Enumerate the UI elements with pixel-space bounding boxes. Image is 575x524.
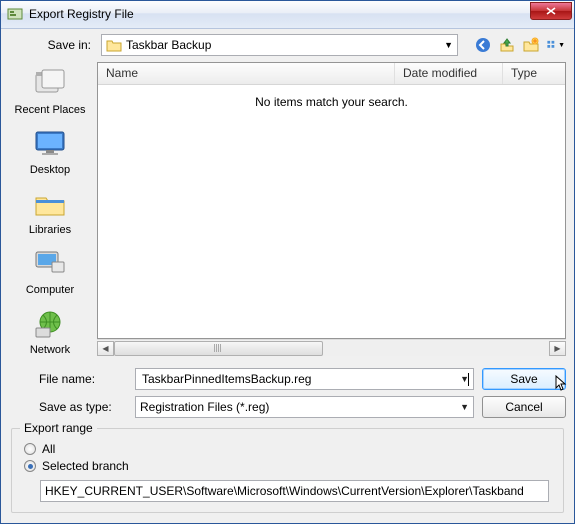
places-bar: Recent Places Desktop Libraries Computer… [9, 62, 91, 356]
radio-icon [24, 460, 36, 472]
views-menu-button[interactable]: ▼ [544, 34, 566, 56]
back-button[interactable] [472, 34, 494, 56]
network-icon [30, 306, 70, 342]
file-list[interactable]: Name Date modified Type No items match y… [97, 62, 566, 339]
column-name[interactable]: Name [98, 63, 395, 84]
file-list-wrap: Name Date modified Type No items match y… [97, 62, 566, 356]
cancel-button[interactable]: Cancel [482, 396, 566, 418]
export-registry-dialog: Export Registry File Save in: Taskbar Ba… [0, 0, 575, 524]
dialog-body: Recent Places Desktop Libraries Computer… [1, 62, 574, 362]
filename-form: File name: ▼ Save Save as type: Registra… [1, 362, 574, 426]
savetype-dropdown[interactable]: Registration Files (*.reg) ▼ [135, 396, 474, 418]
close-button[interactable] [530, 2, 572, 20]
chevron-down-icon[interactable]: ▼ [460, 374, 469, 384]
filename-input[interactable]: ▼ [135, 368, 474, 390]
places-computer[interactable]: Computer [26, 246, 74, 296]
savetype-label: Save as type: [9, 400, 127, 414]
save-in-toolbar: Save in: Taskbar Backup ▼ ▼ [1, 29, 574, 62]
savetype-value: Registration Files (*.reg) [140, 400, 269, 414]
empty-message: No items match your search. [98, 95, 565, 109]
toolbar-nav-icons: ▼ [472, 34, 566, 56]
recent-places-icon [30, 66, 70, 102]
radio-icon [24, 443, 36, 455]
places-network[interactable]: Network [30, 306, 70, 356]
radio-selected-branch[interactable]: Selected branch [24, 459, 551, 473]
filename-label: File name: [9, 372, 127, 386]
export-range-legend: Export range [20, 421, 97, 435]
branch-path-input[interactable] [40, 480, 549, 502]
chevron-down-icon[interactable]: ▼ [460, 402, 469, 412]
save-in-label: Save in: [9, 38, 95, 52]
column-type[interactable]: Type [503, 63, 565, 84]
desktop-icon [30, 126, 70, 162]
libraries-icon [30, 186, 70, 222]
places-libraries[interactable]: Libraries [29, 186, 71, 236]
export-range-group: Export range All Selected branch [11, 428, 564, 513]
places-recent[interactable]: Recent Places [15, 66, 86, 116]
folder-icon [106, 37, 122, 53]
scroll-right-button[interactable]: ▶ [549, 341, 566, 356]
up-one-level-button[interactable] [496, 34, 518, 56]
places-desktop[interactable]: Desktop [30, 126, 70, 176]
titlebar: Export Registry File [1, 1, 574, 29]
column-date[interactable]: Date modified [395, 63, 503, 84]
new-folder-button[interactable] [520, 34, 542, 56]
filename-field[interactable] [140, 371, 467, 387]
save-in-value: Taskbar Backup [126, 38, 211, 52]
horizontal-scrollbar[interactable]: ◀ ▶ [97, 339, 566, 356]
column-headers: Name Date modified Type [98, 63, 565, 85]
chevron-down-icon: ▼ [444, 40, 453, 50]
cursor-icon [555, 375, 569, 396]
scroll-thumb[interactable] [114, 341, 323, 356]
computer-icon [30, 246, 70, 282]
window-title: Export Registry File [29, 7, 530, 21]
scroll-left-button[interactable]: ◀ [97, 341, 114, 356]
scroll-track[interactable] [114, 341, 549, 356]
save-button[interactable]: Save [482, 368, 566, 390]
radio-all[interactable]: All [24, 442, 551, 456]
chevron-down-icon: ▼ [558, 42, 565, 49]
regedit-icon [7, 6, 23, 22]
save-in-dropdown[interactable]: Taskbar Backup ▼ [101, 34, 458, 56]
